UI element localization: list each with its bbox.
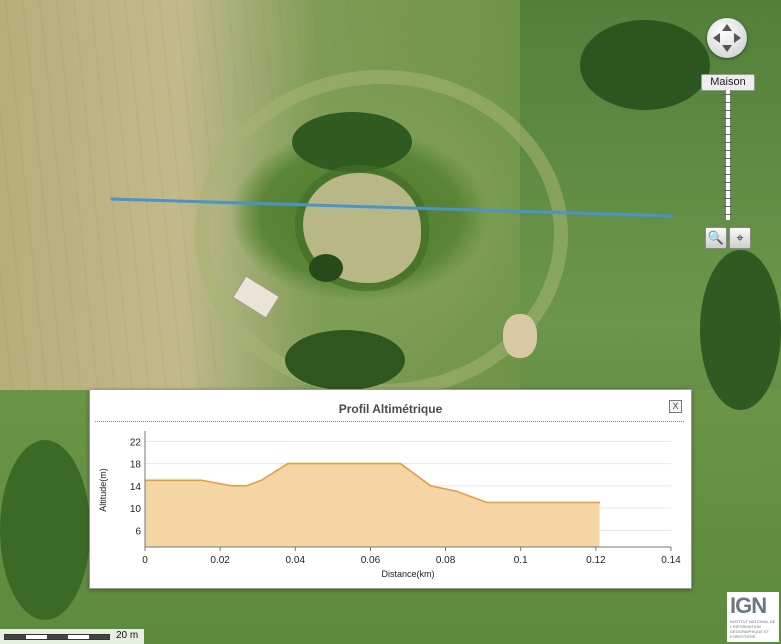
pan-control[interactable]: [707, 18, 747, 58]
x-tick-label: 0.1: [514, 555, 528, 566]
x-tick-label: 0.12: [586, 555, 606, 566]
logo-text: IGN: [730, 593, 767, 618]
x-tick-label: 0.14: [661, 555, 681, 566]
x-tick-label: 0.08: [436, 555, 456, 566]
profile-trace-line[interactable]: [110, 197, 674, 218]
y-tick-label: 14: [130, 482, 142, 493]
zoom-slider-ticks: [722, 94, 732, 218]
x-tick-label: 0: [142, 555, 148, 566]
elevation-profile-panel: Profil Altimétrique X 6 10 14 18 22 0 0.02 0.04…: [89, 389, 692, 589]
pan-up-icon[interactable]: [722, 24, 732, 31]
x-axis-title: Distance(km): [381, 569, 434, 579]
pan-right-icon[interactable]: [734, 33, 741, 43]
elevation-point: [200, 479, 202, 481]
zoom-level-label[interactable]: Maison: [701, 74, 755, 91]
scale-bar-graphic: [4, 634, 110, 640]
y-tick-label: 22: [130, 437, 142, 448]
y-tick-label: 10: [130, 504, 142, 515]
elevation-point: [599, 501, 601, 504]
ign-logo: IGN INSTITUT NATIONAL DE L'INFORMATION G…: [727, 592, 779, 642]
crosshair-icon[interactable]: ⌖: [729, 227, 751, 249]
y-axis-title: Altitude(m): [98, 468, 108, 512]
logo-subtext: INSTITUT NATIONAL DE L'INFORMATION GÉOGR…: [730, 619, 776, 639]
x-tick-label: 0.02: [210, 555, 230, 566]
elevation-point: [429, 485, 432, 487]
pan-left-icon[interactable]: [713, 33, 720, 43]
elevation-point: [456, 490, 458, 492]
y-tick-label: 6: [135, 526, 141, 537]
magnifier-icon[interactable]: 🔍: [705, 227, 727, 249]
elevation-point: [486, 501, 488, 504]
elevation-chart: 6 10 14 18 22 0 0.02 0.04 0.06 0.08 0.1 0.12 0.14 Dis…: [98, 431, 681, 579]
elevation-point: [245, 485, 248, 487]
elevation-point: [399, 462, 402, 465]
elevation-area: [145, 463, 600, 547]
x-tick-label: 0.04: [286, 555, 306, 566]
y-tick-label: 18: [130, 460, 142, 471]
x-tick-label: 0.06: [361, 555, 381, 566]
elevation-point: [260, 479, 263, 481]
elevation-point: [230, 485, 233, 487]
pan-down-icon[interactable]: [722, 45, 732, 52]
scale-bar: 20 m: [0, 629, 144, 644]
scale-label: 20 m: [116, 630, 139, 641]
elevation-point: [287, 462, 289, 465]
